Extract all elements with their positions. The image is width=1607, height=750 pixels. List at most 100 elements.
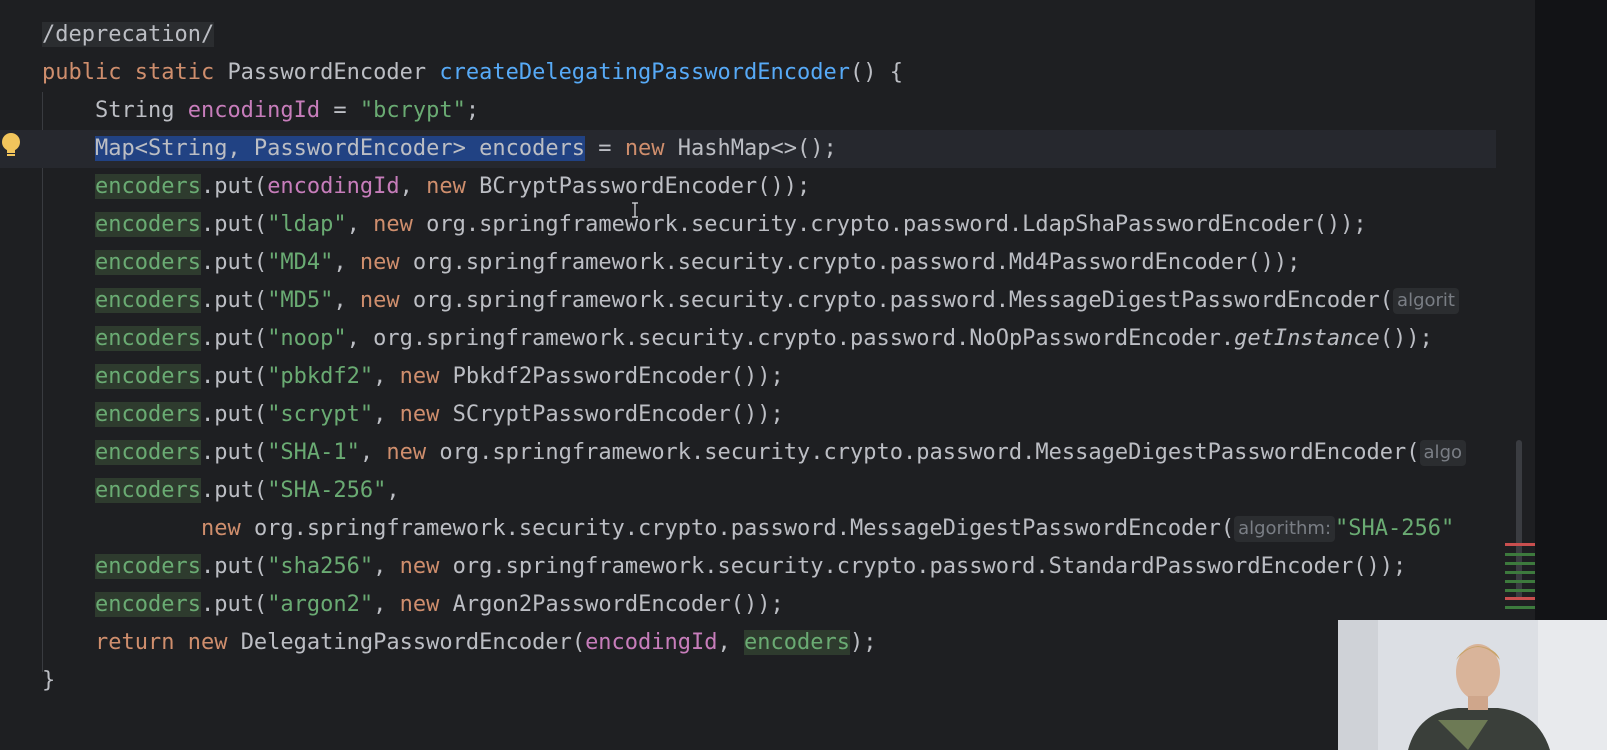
usage-marker[interactable]	[1505, 553, 1535, 556]
presenter-video-image	[1338, 620, 1607, 750]
code-editor[interactable]: /deprecation/public static PasswordEncod…	[0, 0, 1535, 750]
code-line-put-ldap[interactable]: encoders.put("ldap", new org.springframe…	[42, 206, 1367, 244]
webcam-overlay	[1338, 620, 1607, 750]
code-token: .put(	[200, 402, 268, 427]
error-marker[interactable]	[1505, 597, 1535, 600]
code-token: PasswordEncoder	[227, 60, 440, 85]
code-token: encoders	[94, 326, 201, 351]
code-token: }	[42, 668, 56, 693]
code-line-put-sha256[interactable]: encoders.put("SHA-256",	[42, 472, 400, 510]
code-token: new	[399, 402, 453, 427]
code-token: public static	[42, 60, 228, 85]
code-token: encoders	[94, 402, 201, 427]
code-line-closing-brace[interactable]: }	[42, 662, 55, 700]
code-token: {	[889, 60, 903, 85]
code-token: encoders	[94, 592, 201, 617]
code-token: ,	[373, 554, 400, 579]
code-token: org.springframework.security.crypto.pass…	[253, 516, 1235, 541]
code-line-put-sha1[interactable]: encoders.put("SHA-1", new org.springfram…	[42, 434, 1467, 472]
usage-marker[interactable]	[1505, 589, 1535, 592]
code-line-put-sha256-std[interactable]: encoders.put("sha256", new org.springfra…	[42, 548, 1406, 586]
code-line-put-bcrypt[interactable]: encoders.put(encodingId, new BCryptPassw…	[42, 168, 810, 206]
code-token: .put(	[200, 326, 268, 351]
scrollbar-thumb[interactable]	[1516, 440, 1522, 600]
code-token: encoders	[94, 174, 201, 199]
code-token: "noop"	[267, 326, 347, 351]
code-line-encoding-id-decl[interactable]: String encodingId = "bcrypt";	[42, 92, 479, 130]
code-token: ,	[373, 364, 400, 389]
parameter-hint-label: algorithm:	[1234, 516, 1336, 542]
code-token: ,	[399, 174, 427, 199]
error-marker[interactable]	[1505, 543, 1535, 546]
code-token: .put(	[200, 288, 268, 313]
code-token: new	[373, 212, 427, 237]
code-line-put-argon2[interactable]: encoders.put("argon2", new Argon2Passwor…	[42, 586, 784, 624]
code-token: org.springframework.security.crypto.pass…	[452, 554, 1407, 579]
mouse-cursor-ibeam-icon	[632, 202, 638, 218]
code-token: encoders	[94, 440, 201, 465]
code-line-deprecation-comment[interactable]: /deprecation/	[42, 16, 215, 54]
code-token: ()	[849, 60, 890, 85]
code-token: org.springframework.security.crypto.pass…	[439, 440, 1420, 465]
usage-marker[interactable]	[1505, 606, 1535, 609]
code-token: ,	[717, 630, 745, 655]
side-panel-edge	[1535, 0, 1607, 620]
code-token: String	[42, 98, 188, 123]
code-line-put-pbkdf2[interactable]: encoders.put("pbkdf2", new Pbkdf2Passwor…	[42, 358, 784, 396]
code-token: "MD4"	[267, 250, 334, 275]
code-token: new	[399, 364, 453, 389]
code-token: org.springframework.security.crypto.pass…	[412, 250, 1301, 275]
parameter-hint-value: "SHA-256"	[1335, 516, 1455, 541]
code-token: .put(	[200, 364, 268, 389]
parameter-hint: algo	[1419, 440, 1467, 466]
code-line-put-md4[interactable]: encoders.put("MD4", new org.springframew…	[42, 244, 1300, 282]
code-token: "sha256"	[267, 554, 374, 579]
usage-marker[interactable]	[1505, 580, 1535, 583]
code-token: encoders	[94, 212, 201, 237]
code-token: .put(	[200, 440, 268, 465]
lightbulb-icon[interactable]	[0, 131, 22, 161]
code-line-encoders-decl[interactable]: Map<String, PasswordEncoder> encoders = …	[0, 130, 1535, 168]
code-token: return new	[94, 630, 241, 655]
code-token: HashMap<>();	[677, 136, 837, 161]
code-token: new	[399, 554, 453, 579]
code-token: encoders	[94, 288, 201, 313]
code-token: Argon2PasswordEncoder());	[452, 592, 784, 617]
code-token: ;	[465, 98, 480, 123]
code-line-put-scrypt[interactable]: encoders.put("scrypt", new SCryptPasswor…	[42, 396, 784, 434]
code-token: org.springframework.security.crypto.pass…	[426, 212, 1367, 237]
code-token: encoders	[744, 630, 850, 655]
code-line-put-sha256-cont[interactable]: new org.springframework.security.crypto.…	[42, 510, 1454, 548]
code-token: BCryptPasswordEncoder());	[479, 174, 811, 199]
code-token: encodingId	[267, 174, 400, 199]
code-token: .put(	[200, 174, 268, 199]
code-token: new	[386, 440, 440, 465]
code-line-return-stmt[interactable]: return new DelegatingPasswordEncoder(enc…	[42, 624, 876, 662]
code-token: org.springframework.security.crypto.pass…	[412, 288, 1394, 313]
code-token: new	[399, 592, 453, 617]
code-line-put-noop[interactable]: encoders.put("noop", org.springframework…	[42, 320, 1433, 358]
code-line-put-md5[interactable]: encoders.put("MD5", new org.springframew…	[42, 282, 1459, 320]
code-token: encoders	[94, 478, 201, 503]
code-token: =	[585, 136, 625, 161]
code-token: "SHA-256"	[267, 478, 387, 503]
code-token: "bcrypt"	[359, 98, 466, 123]
code-token: createDelegatingPasswordEncoder	[439, 60, 850, 85]
code-token: SCryptPasswordEncoder());	[452, 402, 784, 427]
code-token: encodingId	[585, 630, 718, 655]
code-token: ,	[333, 288, 360, 313]
usage-marker[interactable]	[1505, 562, 1535, 565]
code-token: "pbkdf2"	[267, 364, 374, 389]
code-token: ,	[346, 212, 374, 237]
code-line-method-signature[interactable]: public static PasswordEncoder createDele…	[42, 54, 903, 92]
usage-marker[interactable]	[1505, 571, 1535, 574]
code-token: getInstance	[1234, 326, 1380, 351]
